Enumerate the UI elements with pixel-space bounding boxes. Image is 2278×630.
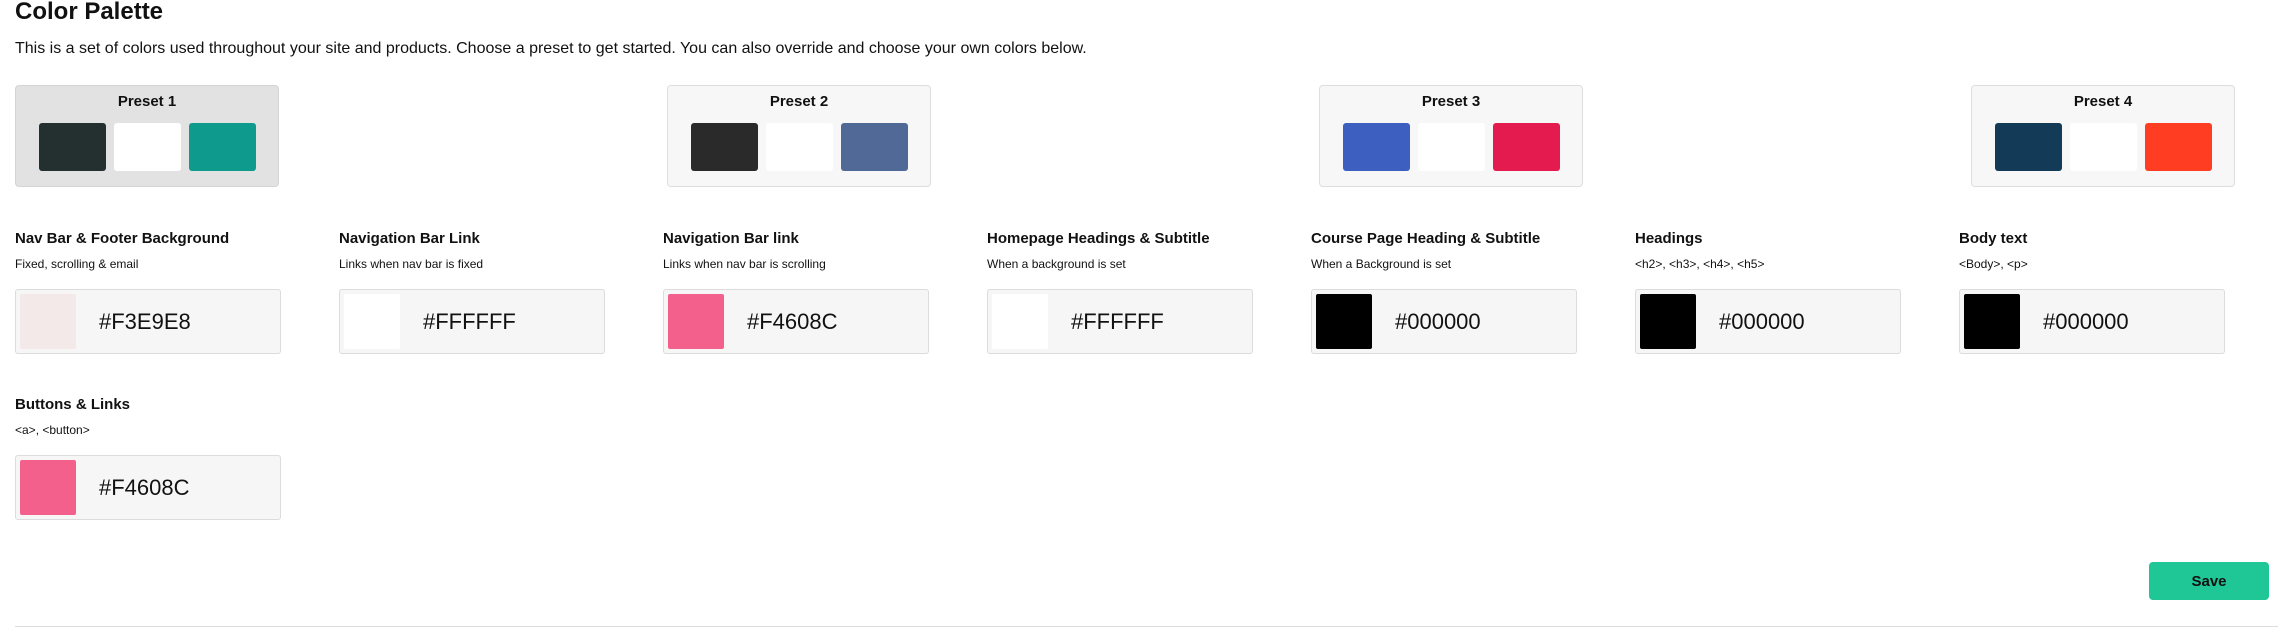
field-label: Body text (1959, 230, 2028, 247)
field-label: Navigation Bar link (663, 230, 799, 247)
field-help: Fixed, scrolling & email (15, 257, 139, 271)
color-picker-input[interactable]: #FFFFFF (987, 289, 1253, 354)
preset-swatch (1493, 123, 1560, 171)
field-course-page-heading-subtitle: Course Page Heading & Subtitle When a Ba… (1311, 230, 1577, 354)
color-picker-input[interactable]: #FFFFFF (339, 289, 605, 354)
color-hex-value: #000000 (1395, 309, 1481, 334)
preset-label: Preset 4 (2073, 93, 2133, 110)
save-button[interactable]: Save (2149, 562, 2269, 600)
color-swatch (344, 294, 400, 349)
preset-swatch (2145, 123, 2212, 171)
field-label: Headings (1635, 230, 1703, 247)
preset-swatch (1343, 123, 1410, 171)
preset-swatch (39, 123, 106, 171)
field-help: When a background is set (987, 257, 1126, 271)
color-hex-value: #000000 (1719, 309, 1805, 334)
field-navigation-bar-link: Navigation Bar Link Links when nav bar i… (339, 230, 605, 354)
field-body-text: Body text <Body>, <p> #000000 (1959, 230, 2225, 354)
field-help: When a Background is set (1311, 257, 1452, 271)
color-picker-input[interactable]: #F3E9E8 (15, 289, 281, 354)
field-label: Homepage Headings & Subtitle (987, 230, 1210, 247)
preset-swatch (189, 123, 256, 171)
field-label: Buttons & Links (15, 396, 130, 413)
divider (15, 626, 2278, 627)
color-swatch (992, 294, 1048, 349)
color-picker-input[interactable]: #000000 (1311, 289, 1577, 354)
preset-swatch (766, 123, 833, 171)
color-picker-input[interactable]: #F4608C (15, 455, 281, 520)
field-label: Nav Bar & Footer Background (15, 230, 230, 247)
field-help: <a>, <button> (15, 423, 90, 437)
field-buttons-links: Buttons & Links <a>, <button> #F4608C (15, 396, 281, 520)
color-swatch (1316, 294, 1372, 349)
preset-card-3[interactable]: Preset 3 (1319, 85, 1583, 187)
preset-swatch (691, 123, 758, 171)
field-help: Links when nav bar is fixed (339, 257, 484, 271)
field-headings: Headings <h2>, <h3>, <h4>, <h5> #000000 (1635, 230, 1901, 354)
preset-card-4[interactable]: Preset 4 (1971, 85, 2235, 187)
preset-label: Preset 1 (117, 93, 177, 110)
page-title: Color Palette (15, 0, 164, 25)
field-nav-bar-footer-background: Nav Bar & Footer Background Fixed, scrol… (15, 230, 281, 354)
color-hex-value: #000000 (2043, 309, 2129, 334)
preset-swatch (2070, 123, 2137, 171)
field-help: <Body>, <p> (1959, 257, 2028, 271)
preset-card-2[interactable]: Preset 2 (667, 85, 931, 187)
preset-label: Preset 2 (769, 93, 829, 110)
field-label: Navigation Bar Link (339, 230, 480, 247)
color-swatch (20, 294, 76, 349)
color-swatch (1964, 294, 2020, 349)
color-hex-value: #F4608C (747, 309, 838, 334)
field-navigation-bar-link-scrolling: Navigation Bar link Links when nav bar i… (663, 230, 929, 354)
color-swatch (668, 294, 724, 349)
color-hex-value: #F4608C (99, 475, 190, 500)
color-swatch (20, 460, 76, 515)
color-picker-input[interactable]: #000000 (1959, 289, 2225, 354)
field-label: Course Page Heading & Subtitle (1311, 230, 1541, 247)
preset-swatch (1995, 123, 2062, 171)
color-hex-value: #FFFFFF (1071, 309, 1164, 334)
color-swatch (1640, 294, 1696, 349)
field-help: <h2>, <h3>, <h4>, <h5> (1635, 257, 1765, 271)
preset-swatch (114, 123, 181, 171)
color-picker-input[interactable]: #F4608C (663, 289, 929, 354)
preset-label: Preset 3 (1421, 93, 1481, 110)
page-description: This is a set of colors used throughout … (15, 40, 1087, 57)
color-picker-input[interactable]: #000000 (1635, 289, 1901, 354)
color-hex-value: #F3E9E8 (99, 309, 191, 334)
field-homepage-headings-subtitle: Homepage Headings & Subtitle When a back… (987, 230, 1253, 354)
preset-card-1[interactable]: Preset 1 (15, 85, 279, 187)
preset-swatch (1418, 123, 1485, 171)
field-help: Links when nav bar is scrolling (663, 257, 826, 271)
preset-swatch (841, 123, 908, 171)
color-hex-value: #FFFFFF (423, 309, 516, 334)
